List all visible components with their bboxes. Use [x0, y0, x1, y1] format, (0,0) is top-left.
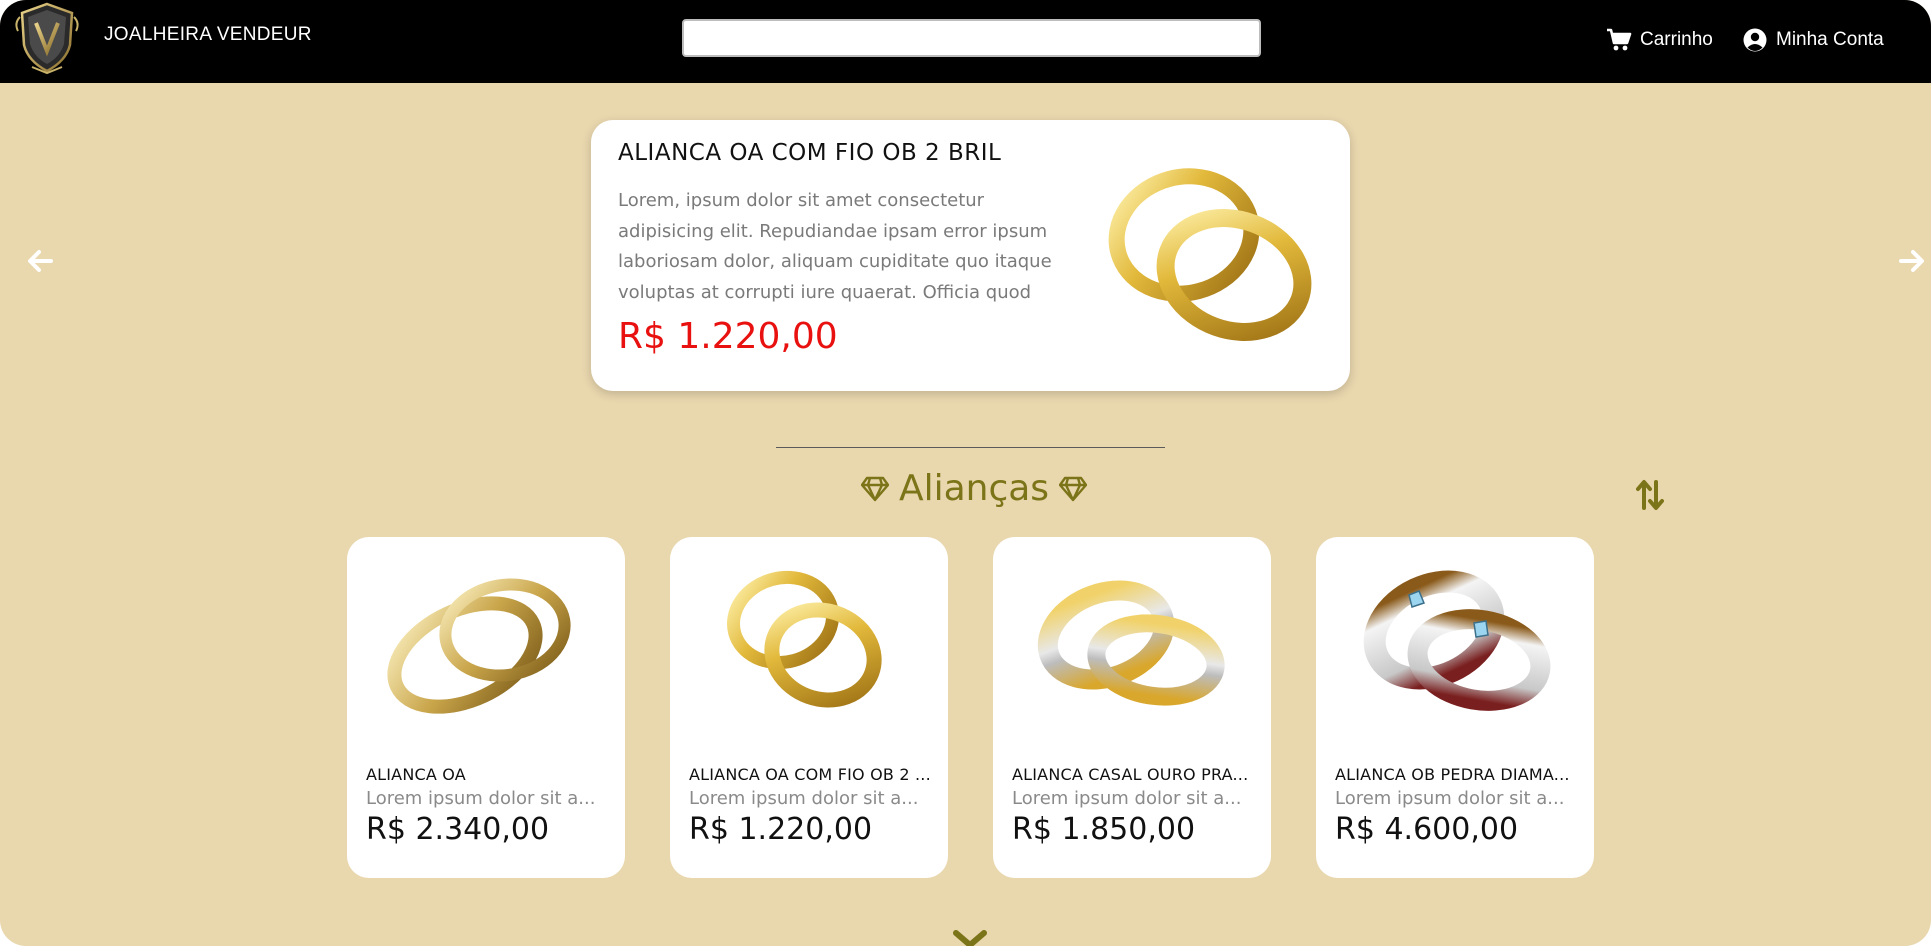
product-price: R$ 2.340,00: [366, 812, 550, 847]
section-divider: [776, 447, 1165, 448]
product-description: Lorem ipsum dolor sit a...: [366, 788, 596, 809]
product-price: R$ 1.220,00: [689, 812, 873, 847]
product-card[interactable]: ALIANCA CASAL OURO PRA... Lorem ipsum do…: [993, 537, 1271, 878]
diamond-icon: [860, 476, 889, 501]
product-description: Lorem ipsum dolor sit a...: [1012, 788, 1242, 809]
product-card[interactable]: ALIANCA OA Lorem ipsum dolor sit a... R$…: [347, 537, 625, 878]
featured-product-price: R$ 1.220,00: [618, 316, 838, 357]
user-circle-icon: [1743, 28, 1767, 52]
product-image: [1037, 580, 1225, 706]
section-title: Alianças: [898, 468, 1050, 509]
arrow-right-icon[interactable]: [1897, 246, 1927, 276]
featured-product-description: Lorem, ipsum dolor sit amet consectetur …: [618, 190, 1052, 303]
sort-icon[interactable]: [1636, 478, 1664, 512]
chevron-down-icon[interactable]: [953, 929, 987, 946]
page: JOALHEIRA VENDEUR Carrinho Minha Conta A…: [0, 0, 1931, 946]
product-name: ALIANCA OA: [366, 765, 466, 784]
featured-product-title: ALIANCA OA COM FIO OB 2 BRIL: [618, 140, 1002, 166]
product-image: [1363, 570, 1551, 711]
product-name: ALIANCA OB PEDRA DIAMA...: [1335, 765, 1570, 784]
brand-name[interactable]: JOALHEIRA VENDEUR: [104, 24, 312, 46]
product-name: ALIANCA CASAL OURO PRA...: [1012, 765, 1249, 784]
section-heading: Alianças: [858, 468, 1090, 509]
product-card[interactable]: ALIANCA OA COM FIO OB 2 ... Lorem ipsum …: [670, 537, 948, 878]
account-link[interactable]: Minha Conta: [1742, 27, 1884, 53]
product-card[interactable]: ALIANCA OB PEDRA DIAMA... Lorem ipsum do…: [1316, 537, 1594, 878]
product-description: Lorem ipsum dolor sit a...: [1335, 788, 1565, 809]
cart-label: Carrinho: [1640, 29, 1713, 50]
product-name: ALIANCA OA COM FIO OB 2 ...: [689, 765, 929, 784]
cart-icon: [1607, 28, 1632, 51]
product-price: R$ 1.850,00: [1012, 812, 1196, 847]
search-input[interactable]: [682, 19, 1261, 57]
logo-crest-icon[interactable]: [12, 1, 82, 75]
diamond-icon: [1059, 476, 1088, 501]
arrow-left-icon[interactable]: [25, 246, 55, 276]
product-price: R$ 4.600,00: [1335, 812, 1519, 847]
account-label: Minha Conta: [1776, 29, 1884, 50]
cart-link[interactable]: Carrinho: [1606, 27, 1713, 53]
product-grid: ALIANCA OA Lorem ipsum dolor sit a... R$…: [347, 537, 1594, 878]
product-description: Lorem ipsum dolor sit a...: [689, 788, 919, 809]
product-image: [387, 578, 571, 714]
featured-product-card[interactable]: ALIANCA OA COM FIO OB 2 BRIL Lorem, ipsu…: [591, 120, 1350, 391]
product-image: [726, 570, 882, 708]
top-navbar: JOALHEIRA VENDEUR Carrinho Minha Conta: [0, 0, 1931, 83]
featured-product-image: [1108, 168, 1312, 341]
